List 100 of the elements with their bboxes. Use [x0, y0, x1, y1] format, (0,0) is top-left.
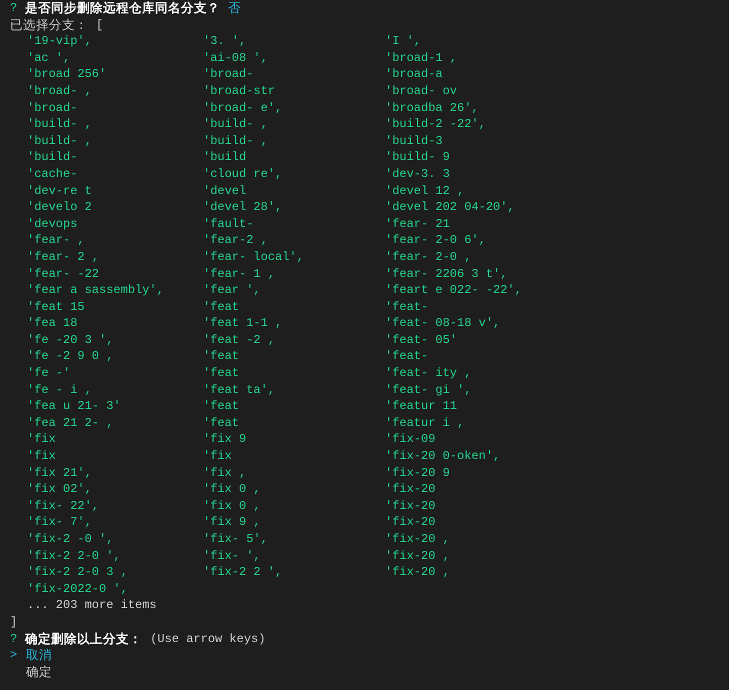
branch-name: 'broadba 26', [385, 100, 480, 116]
branch-name: 'fix 21', [27, 464, 93, 482]
branch-name: 'fix [203, 448, 233, 465]
open-bracket: [ [96, 16, 104, 34]
branch-name: 'fix- 5', [203, 531, 269, 548]
branch-name: 'fix-20 [385, 481, 436, 498]
branch-name: 'dev-re t [27, 182, 93, 200]
branch-name: 'fix-2 2-0 ', [27, 548, 122, 564]
branch-name: 'build- 9 [385, 149, 451, 166]
branch-name: 'fear- local', [203, 248, 305, 266]
branch-name: 'fear- 2 , [27, 248, 100, 266]
branch-name: 'fix , [203, 464, 248, 482]
branch-name: 'devel 28', [203, 199, 284, 216]
branch-name: 'fear ', [203, 282, 262, 299]
more-items-text: ... 203 more items [26, 597, 158, 614]
branch-name: 'broad- [27, 100, 78, 116]
prompt-question: 是否同步删除远程仓库同名分支？ [25, 0, 220, 17]
branch-name: 'feat 15 [27, 298, 86, 316]
branch-name: 'fix-20 , [385, 531, 451, 548]
branch-name: 'fear-2 , [203, 232, 269, 249]
branch-name: 'build- , [27, 116, 93, 133]
branch-name: 'fear a sassembly', [27, 282, 165, 299]
branch-name: 'develo 2 [27, 199, 93, 216]
branch-name: 'broad- e', [203, 100, 284, 116]
confirm-question: 确定删除以上分支： [25, 630, 142, 648]
branch-name: 'ac ', [27, 50, 72, 66]
branch-name: 'fix 0 , [203, 481, 262, 498]
branch-name: 'fear- 21 [385, 216, 451, 232]
branch-name: 'I ', [385, 33, 422, 50]
branch-name: 'cache- [27, 166, 78, 183]
branch-name: 'fix-20 [385, 514, 436, 531]
branch-name: 'fix-2022-0 ', [27, 580, 129, 598]
branch-name: '3. ', [203, 33, 248, 50]
branch-name: 'fear- -22 [27, 266, 100, 282]
branch-name: 'feat -2 , [203, 332, 276, 348]
branch-name: 'fix- 7', [27, 514, 93, 531]
branch-name: 'build- , [203, 132, 269, 150]
branch-name: 'fix 9 [203, 431, 248, 448]
branch-name: 'fe -' [27, 365, 72, 382]
hint-text: (Use arrow keys) [150, 630, 266, 648]
branch-name: 'broad- [203, 66, 254, 83]
branch-name: 'feat [203, 365, 240, 382]
branch-name: 'broad- ov [385, 82, 458, 100]
branch-name: 'fix-20 9 [385, 464, 451, 482]
branch-name: 'ai-08 ', [203, 50, 269, 66]
branch-name: 'broad-1 , [385, 50, 458, 66]
pointer-caret: > [10, 647, 18, 664]
branch-name: 'devel [203, 182, 248, 200]
branch-name: 'feat- ity , [385, 365, 472, 382]
branch-name: 'fear- 2-0 6', [385, 232, 487, 249]
branch-name: 'feat [203, 398, 240, 415]
branch-name: 'feat ta', [203, 382, 276, 398]
branch-name: 'broad 256' [27, 66, 108, 83]
branch-name: 'fix 0 , [203, 498, 262, 514]
branch-name: 'build- , [27, 132, 93, 150]
branch-name: 'build-3 [385, 132, 444, 150]
branch-name: 'fix-20 , [385, 564, 451, 581]
branch-name: 'fix-20 [385, 498, 436, 514]
prompt-answer: 否 [228, 0, 242, 17]
branch-name: 'devel 12 , [385, 182, 466, 200]
branch-name: 'fault- [203, 216, 254, 232]
branch-name: 'feat [203, 298, 240, 316]
branch-name: 'fix 02', [27, 481, 93, 498]
selected-label: 已选择分支： [10, 16, 88, 34]
branch-name: 'cloud re', [203, 166, 284, 183]
menu-option[interactable]: 取消 [26, 647, 52, 664]
branch-name: 'featur i , [385, 414, 466, 432]
branch-name: 'feat [203, 414, 240, 432]
branch-name: 'feat- gi ', [385, 382, 472, 398]
branch-name: '19-vip', [27, 33, 93, 50]
branch-name: 'fe -2 9 0 , [27, 348, 114, 366]
branch-name: 'fix 9 , [203, 514, 262, 531]
branch-name: 'featur 11 [385, 398, 458, 415]
menu-option[interactable]: 确定 [26, 664, 52, 680]
branch-name: 'dev-3. 3 [385, 166, 451, 183]
branch-name: 'devops [27, 216, 78, 232]
branch-name: 'devel 202 04-20', [385, 199, 516, 216]
branch-name: 'fea u 21- 3' [27, 398, 122, 415]
branch-name: 'fe - i , [27, 382, 93, 398]
branch-name: 'fix- ', [203, 548, 262, 564]
branch-name: 'fix-2 2-0 3 , [27, 564, 129, 581]
branch-name: 'feart e 022- -22', [385, 282, 523, 299]
branch-name: 'build- [27, 149, 78, 166]
branch-name: 'fear- 2206 3 t', [385, 266, 508, 282]
close-bracket: ] [10, 614, 18, 631]
branch-name: 'fear- 2-0 , [385, 248, 472, 266]
branch-name: 'feat- [385, 348, 430, 366]
branch-name: 'feat 1-1 , [203, 315, 284, 332]
branch-name: 'fix-20 0-oken', [385, 448, 502, 465]
branch-name: 'fix-2 -0 ', [27, 531, 114, 548]
branch-name: 'feat- [385, 298, 430, 316]
question-mark: ? [10, 630, 18, 648]
branch-name: 'fea 21 2- , [27, 414, 114, 432]
branch-name: 'broad-a [385, 66, 444, 83]
question-mark: ? [10, 0, 18, 17]
branch-name: 'broad- , [27, 82, 93, 100]
branch-name: 'fear- , [27, 232, 86, 249]
branch-name: 'fix [27, 431, 57, 448]
branch-name: 'feat- 08-18 v', [385, 315, 502, 332]
branch-name: 'fea 18 [27, 315, 78, 332]
